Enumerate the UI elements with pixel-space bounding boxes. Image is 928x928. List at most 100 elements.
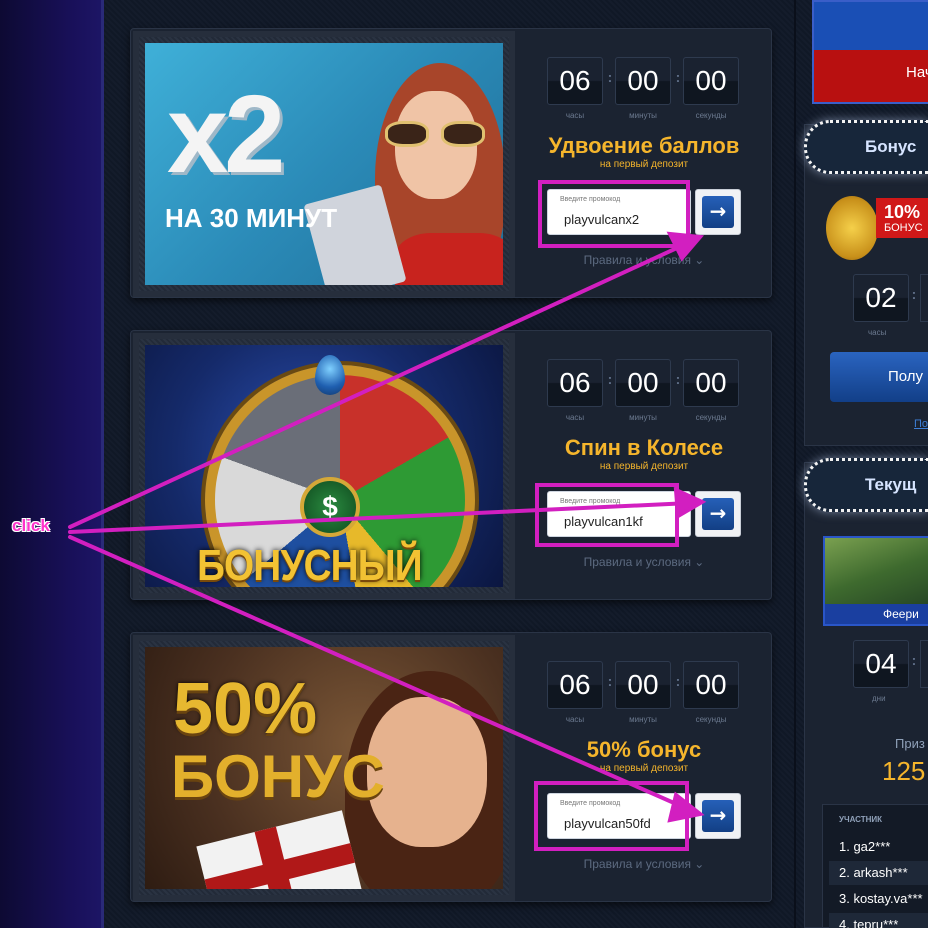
bonus-header-marquee: Бонус bbox=[804, 120, 928, 174]
promo-code-hint: Введите промокод bbox=[560, 800, 621, 807]
promo-image-frame: 50% БОНУС bbox=[133, 635, 515, 901]
leaderboard-row: 3. kostay.va*** bbox=[839, 891, 923, 906]
leaderboard: УЧАСТНИК 1. ga2*** 2. arkash*** 3. kosta… bbox=[822, 804, 928, 928]
timer-colon: : bbox=[675, 673, 681, 689]
rules-link[interactable]: Правила и условия ⌄ bbox=[547, 555, 741, 569]
badge-percent: 10% bbox=[884, 202, 921, 222]
promo-title: Спин в Колесе bbox=[564, 435, 724, 460]
tournament-timer-days: 04 bbox=[853, 640, 909, 688]
dollar-icon: $ bbox=[300, 477, 360, 537]
promo-image-frame: $ БОНУСНЫЙ СПИН bbox=[133, 333, 515, 599]
timer-colon: : bbox=[607, 371, 613, 387]
timer-minutes: 00 bbox=[615, 57, 671, 105]
tournament-header: Текущ bbox=[865, 475, 917, 494]
badge-word: БОНУС bbox=[884, 222, 923, 234]
promo-image-bonus-spin[interactable]: $ БОНУСНЫЙ СПИН bbox=[145, 345, 503, 587]
timer-hours-label: часы bbox=[565, 111, 585, 120]
bonus-header: Бонус bbox=[865, 137, 917, 156]
promo-code-hint: Введите промокод bbox=[560, 498, 621, 505]
bonus-timer-minutes bbox=[920, 274, 928, 322]
apply-code-button[interactable]: → bbox=[695, 491, 741, 537]
timer-hours: 06 bbox=[547, 661, 603, 709]
promo-card-50-bonus: 50% БОНУС 06 : 00 : 00 часы минуты секун… bbox=[130, 632, 772, 902]
timer-hours-label: часы bbox=[565, 413, 585, 422]
bonus-percent-badge: 10% БОНУС bbox=[876, 198, 928, 238]
click-annotation-label: click bbox=[12, 516, 50, 535]
promo-image-50-bonus[interactable]: 50% БОНУС bbox=[145, 647, 503, 889]
promo-code-field[interactable]: Введите промокод playvulcan1kf bbox=[547, 491, 691, 537]
timer-hours: 06 bbox=[547, 359, 603, 407]
woman-face bbox=[367, 697, 487, 847]
promo-code-value: playvulcan1kf bbox=[564, 514, 643, 529]
red-dress bbox=[395, 233, 503, 285]
arrow-right-icon: → bbox=[702, 196, 734, 228]
arrow-right-icon: → bbox=[702, 800, 734, 832]
bonus-rules-link[interactable]: По bbox=[914, 418, 928, 430]
timer-seconds-label: секунды bbox=[695, 111, 727, 120]
timer-seconds-label: секунды bbox=[695, 715, 727, 724]
get-bonus-button[interactable]: Полу bbox=[830, 352, 928, 402]
prize-value: 125 bbox=[882, 756, 926, 786]
timer-hours: 06 bbox=[547, 57, 603, 105]
gift-box bbox=[196, 810, 364, 889]
left-background bbox=[0, 0, 104, 928]
prize-label: Приз bbox=[895, 736, 925, 751]
tournament-timer-label: дни bbox=[872, 694, 886, 703]
timer-seconds: 00 bbox=[683, 661, 739, 709]
timer-hours-label: часы bbox=[565, 715, 585, 724]
promo-title: Удвоение баллов bbox=[548, 133, 740, 158]
leaderboard-row: 4. tepru*** bbox=[829, 913, 928, 928]
50-percent-text: 50% bbox=[173, 669, 318, 749]
timer-colon: : bbox=[675, 69, 681, 85]
promo-card-wheel-spin: $ БОНУСНЫЙ СПИН 06 : 00 : 00 часы минуты… bbox=[130, 330, 772, 600]
promo-code-hint: Введите промокод bbox=[560, 196, 621, 203]
start-button[interactable]: Нач bbox=[812, 0, 928, 104]
promo-code-field[interactable]: Введите промокод playvulcan50fd bbox=[547, 793, 691, 839]
timer-minutes: 00 bbox=[615, 661, 671, 709]
tournament-image[interactable]: Феери bbox=[823, 536, 928, 626]
bonus-spin-text: БОНУСНЫЙ СПИН bbox=[197, 541, 422, 587]
leaderboard-row: 2. arkash*** bbox=[829, 861, 928, 885]
timer-colon: : bbox=[607, 673, 613, 689]
apply-code-button[interactable]: → bbox=[695, 793, 741, 839]
promo-subtitle: на первый депозит bbox=[599, 763, 689, 774]
promo-image-x2[interactable]: x2 НА 30 МИНУТ bbox=[145, 43, 503, 285]
promo-code-value: playvulcanx2 bbox=[564, 212, 640, 227]
promo-subtitle: на первый депозит bbox=[599, 159, 689, 170]
wheel-pin-icon bbox=[315, 355, 345, 395]
arrow-right-icon: → bbox=[702, 498, 734, 530]
timer-minutes: 00 bbox=[615, 359, 671, 407]
apply-code-button[interactable]: → bbox=[695, 189, 741, 235]
gold-coins-icon bbox=[826, 196, 878, 260]
timer-colon: : bbox=[911, 286, 917, 302]
tournament-caption: Феери bbox=[825, 604, 928, 624]
sunglasses bbox=[385, 121, 489, 149]
timer-seconds: 00 bbox=[683, 57, 739, 105]
timer-seconds-label: секунды bbox=[695, 413, 727, 422]
bonus-timer-hours: 02 bbox=[853, 274, 909, 322]
promo-title: 50% бонус bbox=[586, 737, 702, 762]
get-bonus-label: Полу bbox=[888, 368, 924, 385]
bonus-timer-label: часы bbox=[868, 328, 887, 337]
tournament-header-marquee: Текущ bbox=[804, 458, 928, 512]
leaderboard-row: 1. ga2*** bbox=[839, 839, 891, 854]
30-min-text: НА 30 МИНУТ bbox=[165, 203, 338, 233]
promo-code-value: playvulcan50fd bbox=[564, 816, 651, 831]
x2-text: x2 bbox=[167, 73, 285, 196]
timer-colon: : bbox=[607, 69, 613, 85]
timer-minutes-label: минуты bbox=[629, 111, 657, 120]
tournament-timer-hours bbox=[920, 640, 928, 688]
rules-link[interactable]: Правила и условия ⌄ bbox=[547, 857, 741, 871]
timer-minutes-label: минуты bbox=[629, 715, 657, 724]
start-button-label: Нач bbox=[906, 64, 928, 81]
promo-subtitle: на первый депозит bbox=[599, 461, 689, 472]
promo-code-field[interactable]: Введите промокод playvulcanx2 bbox=[547, 189, 691, 235]
promo-image-frame: x2 НА 30 МИНУТ bbox=[133, 31, 515, 297]
rules-link[interactable]: Правила и условия ⌄ bbox=[547, 253, 741, 267]
timer-minutes-label: минуты bbox=[629, 413, 657, 422]
timer-colon: : bbox=[675, 371, 681, 387]
leaderboard-header: УЧАСТНИК bbox=[839, 815, 883, 824]
promo-card-double-points: x2 НА 30 МИНУТ 06 : 00 : 00 часы минуты … bbox=[130, 28, 772, 298]
timer-seconds: 00 bbox=[683, 359, 739, 407]
timer-colon: : bbox=[911, 652, 917, 668]
